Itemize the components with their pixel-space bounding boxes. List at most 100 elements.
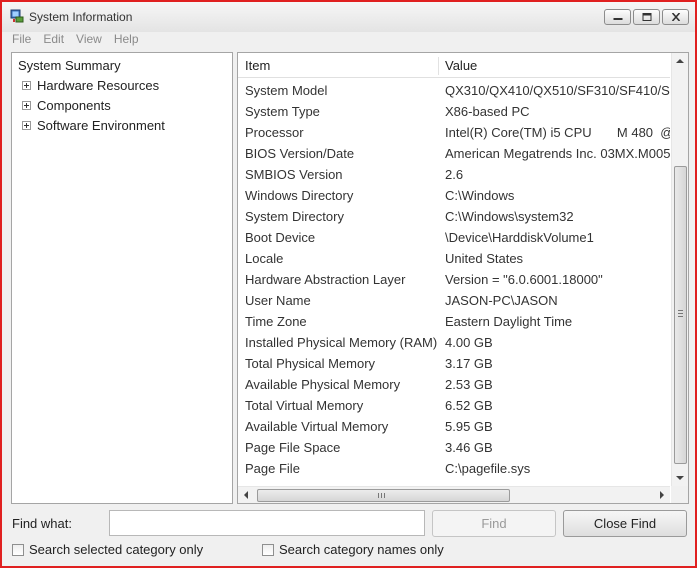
item-cell: Page File Space [245,440,341,455]
vertical-scroll-thumb[interactable] [674,166,687,464]
menu-file[interactable]: File [2,30,37,48]
item-cell: User Name [245,293,311,308]
value-cell: C:\pagefile.sys [445,461,531,476]
search-selected-category-checkbox[interactable] [12,543,24,556]
value-cell: 3.46 GB [445,440,493,455]
details-list[interactable]: Item Value System Model QX310/QX410/QX510… [237,52,689,504]
category-tree[interactable]: System Summary Hardware Resources Compon… [11,52,233,504]
value-cell: 2.6 [445,167,464,182]
horizontal-scrollbar[interactable] [238,486,670,503]
item-cell: System Type [245,104,320,119]
search-selected-category-option[interactable]: Search selected category only [12,542,203,557]
value-cell: X86-based PC [445,104,530,119]
expand-icon[interactable] [22,101,31,110]
menu-view[interactable]: View [70,30,108,48]
table-row[interactable]: Time Zone Eastern Daylight Time [238,312,670,333]
item-cell: BIOS Version/Date [245,146,355,161]
value-cell: 3.17 GB [445,356,493,371]
table-row[interactable]: Available Virtual Memory 5.95 GB [238,417,670,438]
item-cell: Available Virtual Memory [245,419,389,434]
horizontal-scroll-thumb[interactable] [257,489,510,502]
value-cell: QX310/QX410/QX510/SF310/SF410/SF510 [445,83,670,98]
tree-item-label: Components [37,98,111,113]
maximize-icon [642,13,651,21]
table-row[interactable]: User Name JASON-PC\JASON [238,291,670,312]
table-row[interactable]: Hardware Abstraction Layer Version = "6.0… [238,270,670,291]
table-row[interactable]: Locale United States [238,249,670,270]
value-cell: Eastern Daylight Time [445,314,573,329]
checkbox-label: Search selected category only [29,542,204,557]
tree-item-label: System Summary [18,58,121,73]
expand-icon[interactable] [22,121,31,130]
grip-icon [678,310,683,318]
close-button[interactable] [662,9,689,25]
search-category-names-option[interactable]: Search category names only [262,542,444,557]
scroll-left-icon[interactable] [244,491,248,499]
table-row[interactable]: Boot Device \Device\HarddiskVolume1 [238,228,670,249]
item-cell: Available Physical Memory [245,377,401,392]
table-row[interactable]: Windows Directory C:\Windows [238,186,670,207]
item-cell: Hardware Abstraction Layer [245,272,406,287]
find-label: Find what: [12,516,72,531]
value-cell: C:\Windows\system32 [445,209,574,224]
item-cell: Total Physical Memory [245,356,376,371]
table-row[interactable]: Page File C:\pagefile.sys [238,459,670,480]
value-cell: 6.52 GB [445,398,493,413]
title-bar[interactable]: System Information [2,2,695,32]
value-cell: Intel(R) Core(TM) i5 CPU M 480 @ [445,125,670,140]
tree-item-software-environment[interactable]: Software Environment [22,118,165,133]
search-category-names-checkbox[interactable] [262,543,274,556]
table-row[interactable]: System Model QX310/QX410/QX510/SF310/SF41… [238,81,670,102]
column-divider[interactable] [438,57,439,75]
value-cell: Version = "6.0.6001.18000" [445,272,603,287]
table-row[interactable]: Installed Physical Memory (RAM) 4.00 GB [238,333,670,354]
tree-item-components[interactable]: Components [22,98,111,113]
table-row[interactable]: Processor Intel(R) Core(TM) i5 CPU M 480 … [238,123,670,144]
menu-bar: File Edit View Help [2,30,695,48]
checkbox-label: Search category names only [279,542,444,557]
table-row[interactable]: SMBIOS Version 2.6 [238,165,670,186]
item-cell: Boot Device [245,230,316,245]
item-cell: Time Zone [245,314,307,329]
tree-item-hardware-resources[interactable]: Hardware Resources [22,78,159,93]
menu-edit[interactable]: Edit [37,30,70,48]
item-cell: SMBIOS Version [245,167,343,182]
table-row[interactable]: Total Virtual Memory 6.52 GB [238,396,670,417]
value-cell: 2.53 GB [445,377,493,392]
find-input[interactable] [109,510,425,536]
table-row[interactable]: System Type X86-based PC [238,102,670,123]
item-cell: Page File [245,461,300,476]
item-cell: Total Virtual Memory [245,398,364,413]
menu-help[interactable]: Help [108,30,145,48]
close-find-button[interactable]: Close Find [563,510,687,537]
table-row[interactable]: Page File Space 3.46 GB [238,438,670,459]
expand-icon[interactable] [22,81,31,90]
maximize-button[interactable] [633,9,660,25]
find-button[interactable]: Find [432,510,556,537]
item-cell: System Model [245,83,328,98]
minimize-button[interactable] [604,9,631,25]
table-row[interactable]: Available Physical Memory 2.53 GB [238,375,670,396]
scroll-down-icon[interactable] [676,476,684,480]
system-information-icon [10,9,24,23]
value-cell: United States [445,251,524,266]
window-controls [604,9,689,25]
item-cell: Installed Physical Memory (RAM) [245,335,438,350]
tree-item-system-summary[interactable]: System Summary [18,58,121,73]
table-row[interactable]: System Directory C:\Windows\system32 [238,207,670,228]
scroll-up-icon[interactable] [676,59,684,63]
list-header: Item Value [238,53,670,78]
table-rows: System Model QX310/QX410/QX510/SF310/SF41… [238,81,670,480]
column-header-value[interactable]: Value [445,53,670,78]
value-cell: JASON-PC\JASON [445,293,558,308]
column-header-item[interactable]: Item [245,53,440,78]
table-row[interactable]: BIOS Version/Date American Megatrends Inc… [238,144,670,165]
value-cell: 5.95 GB [445,419,493,434]
scroll-right-icon[interactable] [660,491,664,499]
table-row[interactable]: Total Physical Memory 3.17 GB [238,354,670,375]
minimize-icon [613,18,622,20]
value-cell: 4.00 GB [445,335,493,350]
close-icon [671,13,680,21]
vertical-scrollbar[interactable] [671,53,688,486]
system-information-window: System Information File Edit View Help S… [0,0,697,568]
